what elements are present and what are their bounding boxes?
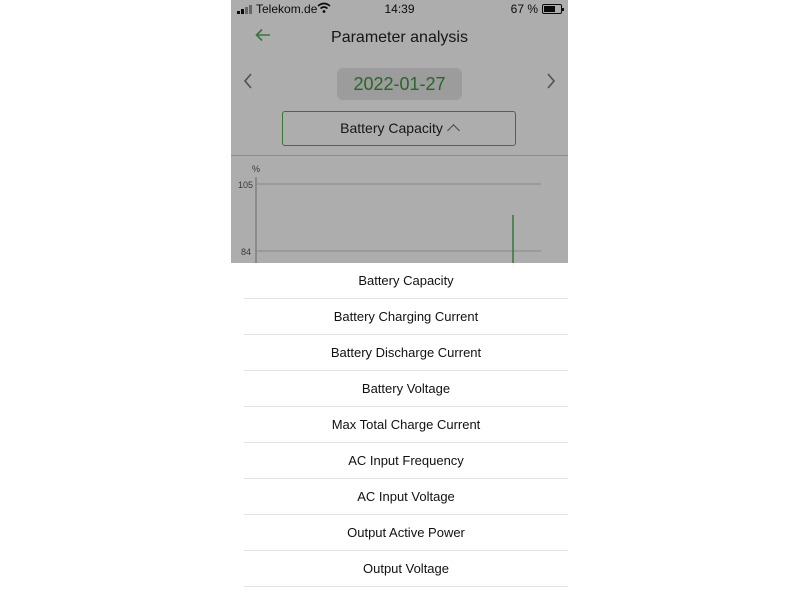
- page-title: Parameter analysis: [331, 29, 468, 46]
- picker-option[interactable]: AC Input Frequency: [244, 443, 568, 479]
- parameter-picker-sheet: Battery Capacity Battery Charging Curren…: [244, 263, 568, 600]
- chevron-right-icon: [547, 73, 556, 89]
- status-bar: Telekom.de 14:39 67 %: [231, 0, 568, 18]
- y-tick-label: 84: [241, 247, 251, 257]
- y-tick-label: 105: [238, 180, 253, 190]
- battery-icon: [542, 4, 564, 14]
- next-date-button[interactable]: [546, 72, 556, 96]
- picker-option[interactable]: Output Voltage: [244, 551, 568, 587]
- chevron-up-icon: [446, 124, 460, 137]
- picker-option[interactable]: Max Total Charge Current: [244, 407, 568, 443]
- date-display[interactable]: 2022-01-27: [337, 68, 462, 100]
- previous-date-button[interactable]: [243, 72, 253, 96]
- picker-option[interactable]: AC Input Voltage: [244, 479, 568, 515]
- parameter-select[interactable]: Battery Capacity: [282, 111, 516, 146]
- picker-option[interactable]: Battery Discharge Current: [244, 335, 568, 371]
- phone-screen: Telekom.de 14:39 67 % Parameter analysis…: [231, 0, 568, 600]
- battery-percent: 67 %: [510, 2, 538, 16]
- header: Parameter analysis: [231, 18, 568, 58]
- parameter-select-label: Battery Capacity: [340, 120, 443, 136]
- date-navigator: 2022-01-27: [231, 66, 568, 102]
- picker-option[interactable]: Battery Voltage: [244, 371, 568, 407]
- chart-unit-label: %: [252, 164, 260, 174]
- picker-option[interactable]: Battery Capacity: [244, 263, 568, 299]
- divider: [231, 155, 568, 156]
- chart-area: % 105 84: [231, 157, 568, 267]
- picker-option[interactable]: Battery Charging Current: [244, 299, 568, 335]
- chevron-left-icon: [243, 73, 252, 89]
- picker-option[interactable]: Output Active Power: [244, 515, 568, 551]
